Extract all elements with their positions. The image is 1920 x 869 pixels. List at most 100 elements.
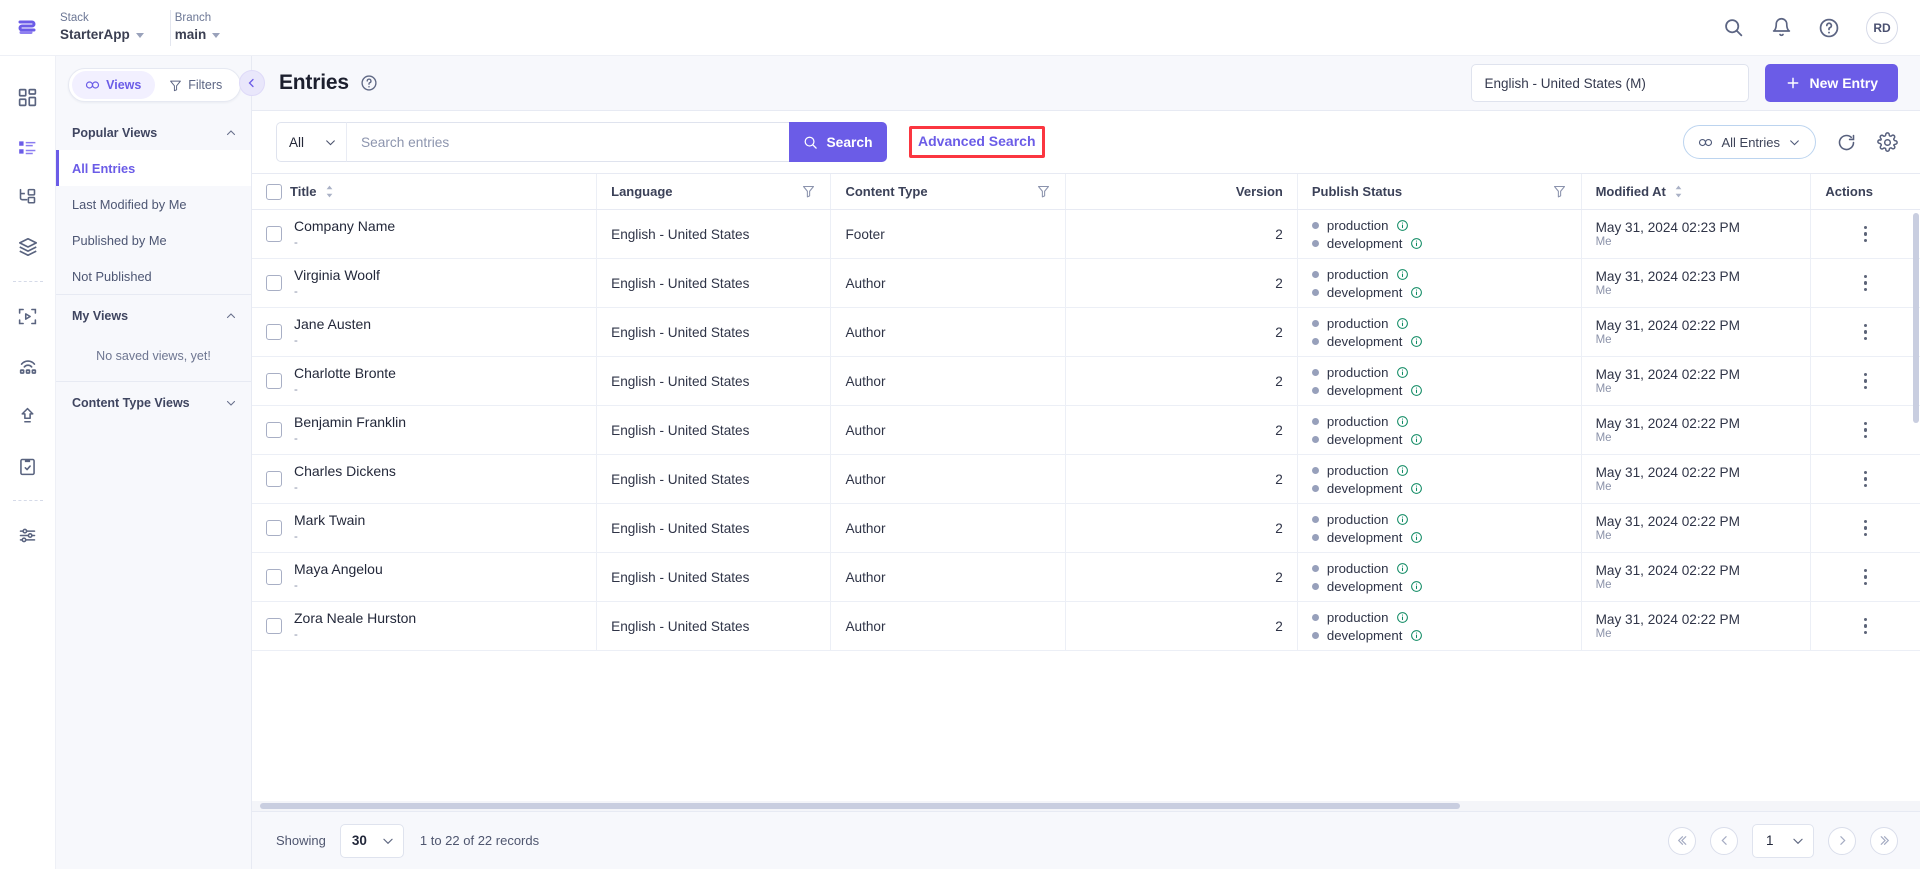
sidebar-item-last-modified-by-me[interactable]: Last Modified by Me	[56, 186, 251, 222]
table-row[interactable]: Charlotte Bronte - English - United Stat…	[252, 356, 1920, 406]
publish-info-icon[interactable]	[1396, 268, 1409, 281]
info-icon[interactable]	[1396, 366, 1409, 379]
publish-status-filter-icon[interactable]	[1552, 184, 1567, 199]
publish-info-icon[interactable]	[1410, 286, 1423, 299]
notifications-bell-icon[interactable]	[1770, 17, 1792, 39]
publish-info-icon[interactable]	[1396, 464, 1409, 477]
row-checkbox[interactable]	[266, 324, 282, 340]
info-icon[interactable]	[1410, 335, 1423, 348]
row-actions-menu-button[interactable]	[1825, 568, 1906, 586]
select-all-checkbox[interactable]	[266, 183, 282, 200]
horizontal-scrollbar-thumb[interactable]	[260, 803, 1460, 809]
publish-info-icon[interactable]	[1410, 629, 1423, 642]
views-section-my-views[interactable]: My Views	[56, 294, 251, 333]
sort-icon[interactable]	[325, 185, 334, 198]
row-checkbox[interactable]	[266, 569, 282, 585]
vertical-scrollbar[interactable]	[1913, 213, 1919, 423]
publish-info-icon[interactable]	[1410, 482, 1423, 495]
collapse-panel-button[interactable]	[239, 70, 265, 96]
avatar[interactable]: RD	[1866, 11, 1898, 44]
publish-info-icon[interactable]	[1410, 433, 1423, 446]
row-actions-menu-button[interactable]	[1825, 372, 1906, 390]
sort-icon[interactable]	[1674, 185, 1683, 198]
row-checkbox[interactable]	[266, 520, 282, 536]
help-circle-icon[interactable]	[1818, 17, 1840, 39]
table-row[interactable]: Mark Twain - English - United States Aut…	[252, 503, 1920, 553]
language-filter-icon[interactable]	[801, 184, 816, 199]
table-row[interactable]: Zora Neale Hurston - English - United St…	[252, 601, 1920, 651]
first-page-button[interactable]	[1668, 826, 1696, 855]
brand-logo[interactable]	[0, 15, 56, 41]
page-size-select[interactable]: 30	[339, 823, 404, 858]
advanced-search-link[interactable]: Advanced Search	[918, 133, 1036, 149]
table-row[interactable]: Jane Austen - English - United States Au…	[252, 307, 1920, 357]
next-page-button[interactable]	[1828, 826, 1856, 855]
publish-info-icon[interactable]	[1396, 317, 1409, 330]
entry-title[interactable]: Benjamin Franklin	[294, 414, 406, 431]
info-icon[interactable]	[1410, 580, 1423, 593]
entry-title[interactable]: Maya Angelou	[294, 561, 383, 578]
last-page-button[interactable]	[1870, 826, 1898, 855]
publish-info-icon[interactable]	[1410, 580, 1423, 593]
entry-title[interactable]: Charlotte Bronte	[294, 365, 396, 382]
row-checkbox[interactable]	[266, 275, 282, 291]
tab-filters[interactable]: Filters	[155, 71, 238, 99]
info-icon[interactable]	[1396, 611, 1409, 624]
table-row[interactable]: Company Name - English - United States F…	[252, 209, 1920, 259]
sidebar-item-releases[interactable]	[8, 341, 48, 391]
info-icon[interactable]	[1396, 464, 1409, 477]
publish-info-icon[interactable]	[1396, 219, 1409, 232]
publish-info-icon[interactable]	[1396, 366, 1409, 379]
publish-info-icon[interactable]	[1396, 611, 1409, 624]
publish-info-icon[interactable]	[1410, 237, 1423, 250]
publish-info-icon[interactable]	[1396, 415, 1409, 428]
entry-title[interactable]: Company Name	[294, 218, 395, 235]
row-actions-menu-button[interactable]	[1825, 274, 1906, 292]
publish-info-icon[interactable]	[1396, 562, 1409, 575]
search-button[interactable]: Search	[789, 122, 887, 162]
publish-info-icon[interactable]	[1410, 531, 1423, 544]
entry-title[interactable]: Mark Twain	[294, 512, 365, 529]
sidebar-item-live-preview[interactable]	[8, 291, 48, 341]
publish-info-icon[interactable]	[1410, 384, 1423, 397]
stack-switcher[interactable]: Stack StarterApp	[60, 9, 171, 46]
table-row[interactable]: Charles Dickens - English - United State…	[252, 454, 1920, 504]
page-help-icon[interactable]	[360, 74, 378, 92]
entry-title[interactable]: Zora Neale Hurston	[294, 610, 416, 627]
table-settings-button[interactable]	[1877, 131, 1898, 153]
new-entry-button[interactable]: New Entry	[1764, 64, 1898, 102]
publish-info-icon[interactable]	[1410, 335, 1423, 348]
tab-views[interactable]: Views	[72, 71, 155, 99]
branch-switcher[interactable]: Branch main	[175, 10, 247, 46]
sidebar-item-audit-logs[interactable]	[8, 441, 48, 491]
entry-title[interactable]: Jane Austen	[294, 316, 371, 333]
sidebar-item-entries[interactable]	[8, 122, 48, 172]
search-scope-select[interactable]: All	[276, 122, 346, 162]
search-icon[interactable]	[1722, 17, 1744, 39]
row-checkbox[interactable]	[266, 226, 282, 242]
table-row[interactable]: Virginia Woolf - English - United States…	[252, 258, 1920, 308]
sidebar-item-settings[interactable]	[8, 510, 48, 560]
sidebar-item-dashboard[interactable]	[8, 72, 48, 122]
row-actions-menu-button[interactable]	[1825, 225, 1906, 243]
info-icon[interactable]	[1396, 219, 1409, 232]
row-actions-menu-button[interactable]	[1825, 470, 1906, 488]
sidebar-item-content-types[interactable]	[8, 172, 48, 222]
info-icon[interactable]	[1410, 531, 1423, 544]
entry-title[interactable]: Virginia Woolf	[294, 267, 380, 284]
info-icon[interactable]	[1410, 286, 1423, 299]
sidebar-item-all-entries[interactable]: All Entries	[56, 150, 251, 186]
sidebar-item-not-published[interactable]: Not Published	[56, 258, 251, 294]
row-checkbox[interactable]	[266, 422, 282, 438]
info-icon[interactable]	[1396, 415, 1409, 428]
views-section-content-type-views[interactable]: Content Type Views	[56, 381, 251, 420]
row-actions-menu-button[interactable]	[1825, 617, 1906, 635]
row-checkbox[interactable]	[266, 471, 282, 487]
row-actions-menu-button[interactable]	[1825, 519, 1906, 537]
content-type-filter-icon[interactable]	[1036, 184, 1051, 199]
info-icon[interactable]	[1410, 384, 1423, 397]
sidebar-item-publish-queue[interactable]	[8, 391, 48, 441]
previous-page-button[interactable]	[1710, 826, 1738, 855]
page-number-select[interactable]: 1	[1752, 823, 1814, 858]
entry-title[interactable]: Charles Dickens	[294, 463, 396, 480]
